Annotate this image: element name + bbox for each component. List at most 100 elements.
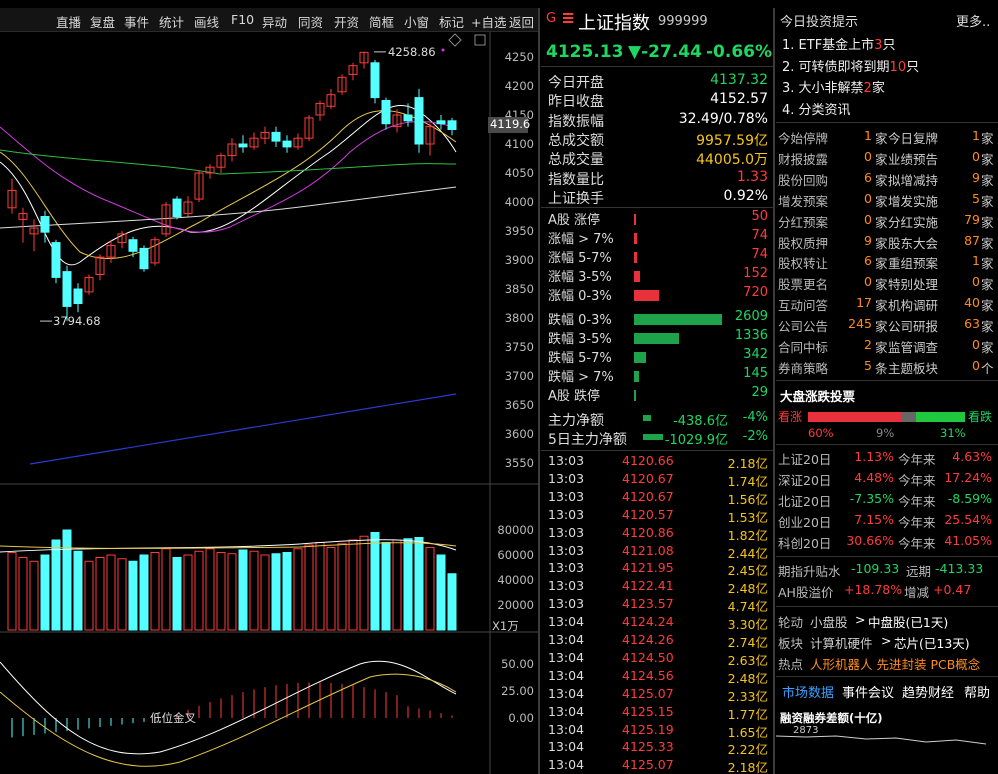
stat-row: 指数振幅 32.49/0.78% bbox=[548, 111, 768, 130]
event-row[interactable]: 券商策略 5 条主题板块 0 个 bbox=[778, 358, 994, 379]
tick-row: 13:04 4124.24 3.30亿 bbox=[548, 614, 768, 632]
price-tick-label: 4250 bbox=[505, 50, 534, 64]
toolbar-button[interactable]: 直播 bbox=[56, 12, 81, 31]
candle-body bbox=[414, 97, 424, 145]
tick-amount: 2.44亿 bbox=[727, 545, 768, 561]
dist-row: 涨幅 0-3% 720 bbox=[548, 285, 768, 304]
rotation-row[interactable]: 轮动 小盘股 > 中盘股(已1天) bbox=[778, 612, 994, 633]
data-tab[interactable]: 帮助 bbox=[964, 682, 990, 701]
toolbar-button[interactable]: 开资 bbox=[334, 12, 359, 31]
event-row[interactable]: 互动问答 17 家机构调研 40 家 bbox=[778, 295, 994, 316]
event-row[interactable]: 今始停牌 1 家今日复牌 1 家 bbox=[778, 128, 994, 149]
tick-row: 13:03 4121.08 2.44亿 bbox=[548, 543, 768, 561]
event-cell: 家 bbox=[875, 214, 888, 230]
tick-time: 13:03 bbox=[548, 596, 585, 612]
event-cell: 9 bbox=[864, 232, 872, 248]
toolbar-button[interactable]: 简框 bbox=[369, 12, 394, 31]
stat-label: 今日开盘 bbox=[548, 75, 604, 91]
menu-icon[interactable] bbox=[563, 12, 573, 24]
volume-tick-label: 80000 bbox=[497, 523, 534, 537]
tick-time: 13:04 bbox=[548, 739, 585, 755]
vote-up-pct: 60% bbox=[808, 426, 834, 440]
data-tab[interactable]: 市场数据 bbox=[782, 682, 834, 701]
event-cell: 今始停牌 bbox=[778, 131, 829, 146]
tip-item[interactable]: 2. 可转债即将到期10只 bbox=[778, 56, 994, 77]
tip-item[interactable]: 4. 分类资讯 bbox=[778, 99, 994, 120]
candle-body bbox=[238, 143, 248, 148]
kline-chart[interactable]: 4250420041504100405040003950390038503800… bbox=[0, 32, 540, 774]
tick-time: 13:03 bbox=[548, 470, 585, 486]
candle-body bbox=[51, 242, 61, 278]
toolbar-button[interactable]: 画线 bbox=[194, 12, 219, 31]
more-link[interactable]: 更多.. bbox=[956, 11, 990, 30]
event-cell: 公司公告 bbox=[778, 319, 829, 335]
event-cell: 家 bbox=[875, 256, 888, 272]
event-cell: 9 bbox=[972, 169, 980, 185]
event-cell: 0 bbox=[972, 357, 980, 373]
dist-bar bbox=[634, 351, 646, 363]
event-row[interactable]: 公司公告 245 家公司研报 63 家 bbox=[778, 316, 994, 337]
volume-bar bbox=[73, 550, 83, 631]
volume-bar bbox=[293, 548, 303, 631]
event-row[interactable]: 股份回购 6 家拟增减持 9 家 bbox=[778, 170, 994, 191]
event-cell: 家 bbox=[875, 340, 888, 355]
tip-item[interactable]: 1. ETF基金上市3只 bbox=[778, 34, 994, 55]
volume-bar bbox=[447, 573, 457, 631]
dist-row: 跌幅 3-5% 1336 bbox=[548, 328, 768, 347]
perf-20d: 4.48% bbox=[854, 469, 894, 485]
panel-divider bbox=[773, 8, 775, 774]
flow-pct: -2% bbox=[742, 429, 768, 444]
vote-down-button[interactable]: 看跌 bbox=[968, 408, 992, 425]
tick-amount: 2.48亿 bbox=[727, 581, 768, 597]
sector-row[interactable]: 板块 计算机硬件 > 芯片(已13天) bbox=[778, 633, 994, 654]
event-row[interactable]: 股票更名 0 家特别处理 0 家 bbox=[778, 274, 994, 295]
perf-20d: 1.13% bbox=[854, 449, 894, 464]
event-cell: 业绩预告 bbox=[888, 151, 939, 167]
toolbar-button[interactable]: 小窗 bbox=[404, 12, 429, 31]
toolbar-button[interactable]: F10 bbox=[231, 12, 254, 27]
toolbar-button[interactable]: 复盘 bbox=[90, 12, 115, 31]
toolbar-button[interactable]: 统计 bbox=[159, 12, 184, 31]
ma5-line bbox=[0, 105, 457, 266]
chart-toolbar: 直播 复盘 事件 统计 画线 F10 异动 同资 开资 简框 小窗 标记 +自选 返回 bbox=[0, 8, 540, 32]
toolbar-button[interactable]: 标记 bbox=[439, 12, 464, 31]
tick-time: 13:04 bbox=[548, 632, 585, 647]
event-cell: 6 bbox=[864, 169, 872, 185]
event-row[interactable]: 增发预案 0 家增发实施 5 家 bbox=[778, 191, 994, 212]
toolbar-button[interactable]: 同资 bbox=[298, 12, 323, 31]
price-tick-label: 3700 bbox=[505, 369, 534, 383]
toolbar-button[interactable]: 异动 bbox=[262, 12, 287, 31]
event-row[interactable]: 股权转让 6 家重组预案 1 家 bbox=[778, 253, 994, 274]
event-cell: 家 bbox=[875, 193, 888, 209]
event-cell: 0 bbox=[972, 148, 980, 164]
event-row[interactable]: 合同中标 2 家监管调查 0 家 bbox=[778, 337, 994, 358]
price-tick-label: 3900 bbox=[505, 253, 534, 267]
event-row[interactable]: 股权质押 9 家股东大会 87 家 bbox=[778, 233, 994, 254]
event-cell: 家 bbox=[875, 235, 888, 251]
event-row[interactable]: 财报披露 0 家业绩预告 0 家 bbox=[778, 149, 994, 170]
price-tick-label: 3850 bbox=[505, 282, 534, 296]
vote-up-button[interactable]: 看涨 bbox=[778, 408, 802, 425]
volume-bar bbox=[304, 544, 314, 631]
price-tick-label: 3750 bbox=[505, 340, 534, 354]
hot-row[interactable]: 热点 人形机器人 先进封装 PCB概念 bbox=[778, 654, 994, 675]
tick-price: 4120.57 bbox=[622, 506, 674, 522]
data-tab[interactable]: 事件会议 bbox=[842, 682, 894, 701]
dist-bar bbox=[634, 233, 637, 245]
stat-label: 指数振幅 bbox=[548, 113, 604, 130]
event-row[interactable]: 分红预案 0 家分红实施 79 家 bbox=[778, 212, 994, 233]
stat-row: 昨日收盘 4152.57 bbox=[548, 91, 768, 110]
event-cell: 0 bbox=[864, 211, 872, 227]
stat-label: 昨日收盘 bbox=[548, 94, 604, 111]
toolbar-button[interactable]: 事件 bbox=[124, 12, 149, 31]
toolbar-button[interactable]: +自选 bbox=[471, 12, 506, 31]
event-cell: 1 bbox=[864, 128, 872, 143]
dist-value: 2609 bbox=[734, 308, 768, 324]
volume-bar bbox=[128, 560, 138, 631]
toolbar-button[interactable]: 返回 bbox=[509, 12, 534, 31]
data-tab[interactable]: 趋势财经 bbox=[902, 682, 954, 701]
tick-amount: 2.63亿 bbox=[727, 652, 768, 668]
tip-item[interactable]: 3. 大小非解禁2家 bbox=[778, 77, 994, 98]
stat-label: 总成交量 bbox=[548, 152, 604, 169]
tick-price: 4125.07 bbox=[622, 757, 674, 773]
